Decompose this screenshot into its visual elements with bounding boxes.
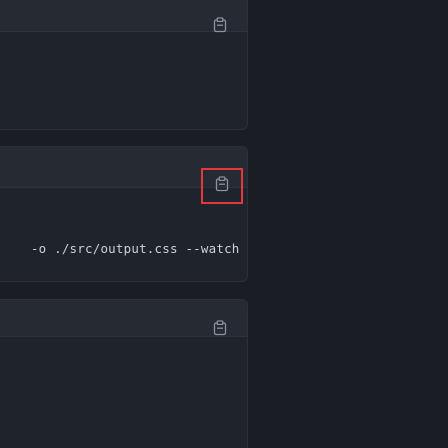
page-canvas: -o ./src/output.css --watch [0,0,448,448]
clipboard-icon [215,176,229,196]
code-flag: --watch [185,241,240,256]
code-path: ./src/output.css [54,241,178,256]
clipboard-icon [213,320,227,340]
copy-button[interactable] [206,316,234,344]
code-line: -o ./src/output.css --watch [0,226,240,271]
copy-button[interactable] [201,168,243,204]
clipboard-icon [213,17,227,37]
code-option: -o [30,241,47,256]
copy-button[interactable] [206,13,234,41]
